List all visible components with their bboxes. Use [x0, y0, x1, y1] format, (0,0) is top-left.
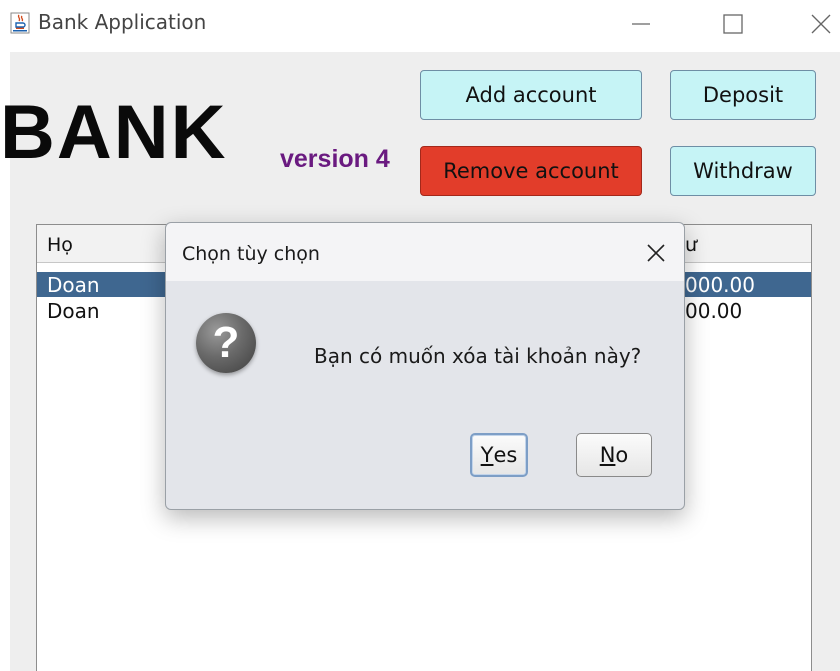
- remove-account-button[interactable]: Remove account: [420, 146, 642, 196]
- dialog-title: Chọn tùy chọn: [182, 243, 320, 265]
- cell-ho: Doan: [47, 273, 100, 297]
- no-button[interactable]: No: [576, 433, 652, 477]
- no-mnemonic: N: [599, 443, 616, 467]
- column-header-amount[interactable]: ư: [685, 234, 697, 256]
- cell-amount: 00.00: [685, 299, 743, 323]
- no-label: o: [615, 443, 629, 467]
- withdraw-button[interactable]: Withdraw: [670, 146, 816, 196]
- question-glyph: ?: [212, 318, 240, 367]
- window-title: Bank Application: [38, 10, 207, 34]
- add-account-button[interactable]: Add account: [420, 70, 642, 120]
- bank-application-window: Bank Application BANK version 4 Add acco…: [0, 0, 840, 671]
- close-icon[interactable]: [642, 239, 670, 267]
- yes-label: es: [493, 443, 518, 467]
- dialog-message: Bạn có muốn xóa tài khoản này?: [314, 344, 642, 368]
- yes-button[interactable]: Yes: [470, 433, 528, 477]
- minimize-icon[interactable]: [618, 8, 658, 40]
- maximize-icon[interactable]: [710, 8, 750, 40]
- close-window-icon[interactable]: [798, 8, 838, 40]
- window-titlebar[interactable]: Bank Application: [10, 0, 840, 52]
- cell-ho: Doan: [47, 299, 100, 323]
- version-label: version 4: [280, 145, 390, 173]
- confirm-dialog: Chọn tùy chọn ? Bạn có muốn xóa tài khoả…: [165, 222, 685, 510]
- deposit-button[interactable]: Deposit: [670, 70, 816, 120]
- yes-mnemonic: Y: [480, 443, 494, 467]
- cell-amount: 000.00: [685, 273, 755, 297]
- bank-logo: BANK: [0, 90, 228, 175]
- column-header-ho[interactable]: Họ: [47, 234, 73, 256]
- question-icon: ?: [196, 313, 256, 373]
- dialog-titlebar[interactable]: Chọn tùy chọn: [166, 223, 684, 281]
- java-cup-icon: [10, 12, 30, 34]
